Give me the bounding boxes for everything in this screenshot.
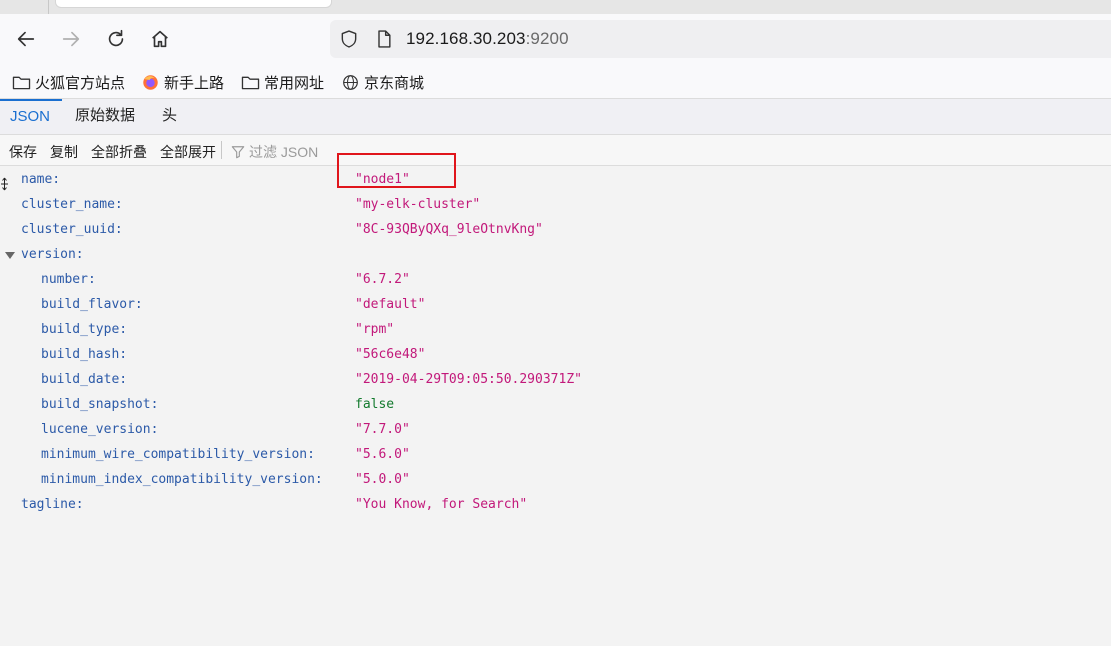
highlight-box [337, 153, 456, 188]
expand-toggle-icon[interactable] [5, 252, 15, 259]
globe-icon [343, 74, 358, 90]
json-tree: name: "node1" cluster_name: "my-elk-clus… [0, 166, 1111, 646]
filter-json-input[interactable]: 过滤 JSON [231, 142, 318, 162]
folder-icon [12, 76, 31, 89]
collapse-all-button[interactable]: 全部折叠 [91, 142, 147, 162]
json-row-build-hash[interactable]: build_hash: "56c6e48" [0, 341, 1111, 366]
page-icon[interactable] [374, 29, 394, 49]
json-viewer-tabs: JSON 原始数据 头 [0, 99, 1111, 135]
bookmark-jd[interactable]: 京东商城 [341, 71, 424, 93]
json-value: "5.6.0" [355, 447, 410, 462]
url-host: 192.168.30.203 [406, 29, 526, 48]
json-value: false [355, 397, 395, 412]
json-key: lucene_version: [41, 422, 159, 437]
json-value: "8C-93QByQXq_9leOtnvKng" [355, 222, 543, 237]
tab-strip [0, 0, 1111, 14]
json-row-name[interactable]: name: "node1" [0, 166, 1111, 191]
json-row-minimum-index-compatibility-version[interactable]: minimum_index_compatibility_version: "5.… [0, 466, 1111, 491]
json-key: minimum_wire_compatibility_version: [41, 447, 315, 462]
tab-json[interactable]: JSON [0, 99, 62, 136]
json-value: "7.7.0" [355, 422, 410, 437]
tab-divider [48, 0, 49, 14]
json-row-cluster-uuid[interactable]: cluster_uuid: "8C-93QByQXq_9leOtnvKng" [0, 216, 1111, 241]
expand-all-button[interactable]: 全部展开 [160, 142, 216, 162]
json-value: "default" [355, 297, 426, 312]
home-icon [152, 30, 168, 48]
forward-button[interactable] [56, 24, 86, 54]
shield-icon[interactable] [339, 29, 359, 49]
bookmarks-toolbar: 火狐官方站点 新手上路 常用网址 京东商城 [0, 66, 1111, 99]
bookmark-firefox-official[interactable]: 火狐官方站点 [12, 71, 125, 93]
json-key: cluster_uuid: [21, 222, 123, 237]
bookmark-label: 火狐官方站点 [35, 74, 126, 92]
json-row-build-snapshot[interactable]: build_snapshot: false [0, 391, 1111, 416]
bookmark-label: 京东商城 [364, 74, 425, 92]
json-key: build_type: [41, 322, 128, 337]
toolbar-separator [221, 141, 222, 159]
json-key: cluster_name: [21, 197, 123, 212]
bookmark-getting-started[interactable]: 新手上路 [141, 71, 224, 93]
back-arrow-icon [17, 31, 35, 47]
folder-icon [241, 76, 260, 89]
json-value: "You Know, for Search" [355, 497, 528, 512]
json-row-cluster-name[interactable]: cluster_name: "my-elk-cluster" [0, 191, 1111, 216]
json-key: build_snapshot: [41, 397, 159, 412]
bookmark-label: 常用网址 [264, 74, 325, 92]
json-row-build-flavor[interactable]: build_flavor: "default" [0, 291, 1111, 316]
reload-icon [108, 29, 124, 47]
json-value: "56c6e48" [355, 347, 426, 362]
tab-raw-data[interactable]: 原始数据 [75, 99, 135, 134]
reload-button[interactable] [101, 24, 131, 54]
forward-arrow-icon [62, 31, 80, 47]
bookmark-label: 新手上路 [164, 74, 225, 92]
json-value: "2019-04-29T09:05:50.290371Z" [355, 372, 582, 387]
bookmark-common-sites[interactable]: 常用网址 [241, 71, 324, 93]
json-key: build_date: [41, 372, 128, 387]
json-key: build_hash: [41, 347, 128, 362]
navigation-bar: 192.168.30.203:9200 [0, 14, 1111, 66]
filter-placeholder: 过滤 JSON [249, 144, 319, 160]
json-key: minimum_index_compatibility_version: [41, 472, 323, 487]
json-value: "my-elk-cluster" [355, 197, 481, 212]
json-row-build-date[interactable]: build_date: "2019-04-29T09:05:50.290371Z… [0, 366, 1111, 391]
json-key: number: [41, 272, 96, 287]
json-row-tagline[interactable]: tagline: "You Know, for Search" [0, 491, 1111, 516]
json-value: "6.7.2" [355, 272, 410, 287]
json-key: build_flavor: [41, 297, 143, 312]
save-button[interactable]: 保存 [9, 142, 37, 162]
firefox-icon [143, 74, 158, 90]
json-key: tagline: [21, 497, 84, 512]
json-key: name: [21, 172, 61, 187]
browser-tab[interactable] [55, 0, 332, 8]
json-row-version[interactable]: version: [0, 241, 1111, 266]
back-button[interactable] [11, 24, 41, 54]
address-bar[interactable]: 192.168.30.203:9200 [330, 20, 1111, 58]
json-value: "5.0.0" [355, 472, 410, 487]
json-row-lucene-version[interactable]: lucene_version: "7.7.0" [0, 416, 1111, 441]
home-button[interactable] [145, 24, 175, 54]
tab-headers[interactable]: 头 [162, 99, 177, 134]
copy-button[interactable]: 复制 [50, 142, 78, 162]
json-toolbar: 保存 复制 全部折叠 全部展开 过滤 JSON [0, 135, 1111, 166]
json-row-build-type[interactable]: build_type: "rpm" [0, 316, 1111, 341]
json-value: "rpm" [355, 322, 395, 337]
filter-icon [231, 146, 245, 159]
url-port: :9200 [525, 29, 569, 48]
json-key: version: [21, 247, 84, 262]
json-row-number[interactable]: number: "6.7.2" [0, 266, 1111, 291]
json-row-minimum-wire-compatibility-version[interactable]: minimum_wire_compatibility_version: "5.6… [0, 441, 1111, 466]
url-text[interactable]: 192.168.30.203:9200 [406, 29, 569, 49]
